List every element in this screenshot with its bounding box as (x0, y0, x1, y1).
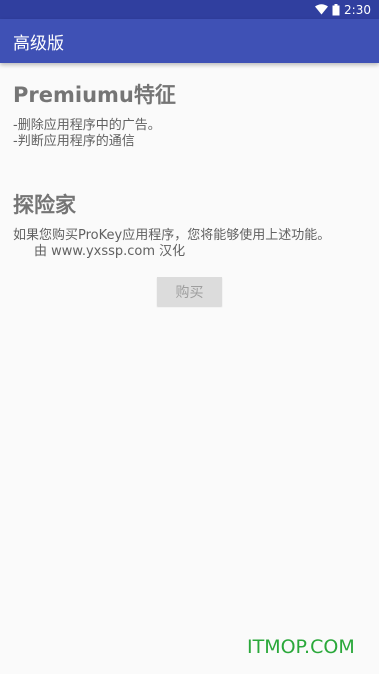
features-title: Premiumu特征 (13, 83, 176, 107)
explorer-description: 如果您购买ProKey应用程序，您将能够使用上述功能。 (13, 228, 331, 243)
content-area: Premiumu特征 -删除应用程序中的广告。 -判断应用程序的通信 探险家 如… (0, 63, 379, 674)
app-bar: 高级版 (0, 19, 379, 63)
feature-item-block-communication: -判断应用程序的通信 (13, 134, 135, 149)
battery-icon (332, 3, 340, 16)
buy-button[interactable]: 购买 (157, 277, 222, 306)
app-bar-title: 高级版 (13, 33, 64, 54)
status-time: 2:30 (344, 2, 371, 17)
wifi-icon (315, 4, 329, 15)
explorer-title: 探险家 (13, 193, 76, 217)
watermark-logo: ITMOP.COM (247, 636, 355, 658)
status-bar: 2:30 (0, 0, 379, 19)
localization-credit: 由 www.yxssp.com 汉化 (34, 244, 186, 259)
feature-item-remove-ads: -删除应用程序中的广告。 (13, 118, 161, 133)
features-list: -删除应用程序中的广告。 -判断应用程序的通信 (13, 118, 161, 150)
